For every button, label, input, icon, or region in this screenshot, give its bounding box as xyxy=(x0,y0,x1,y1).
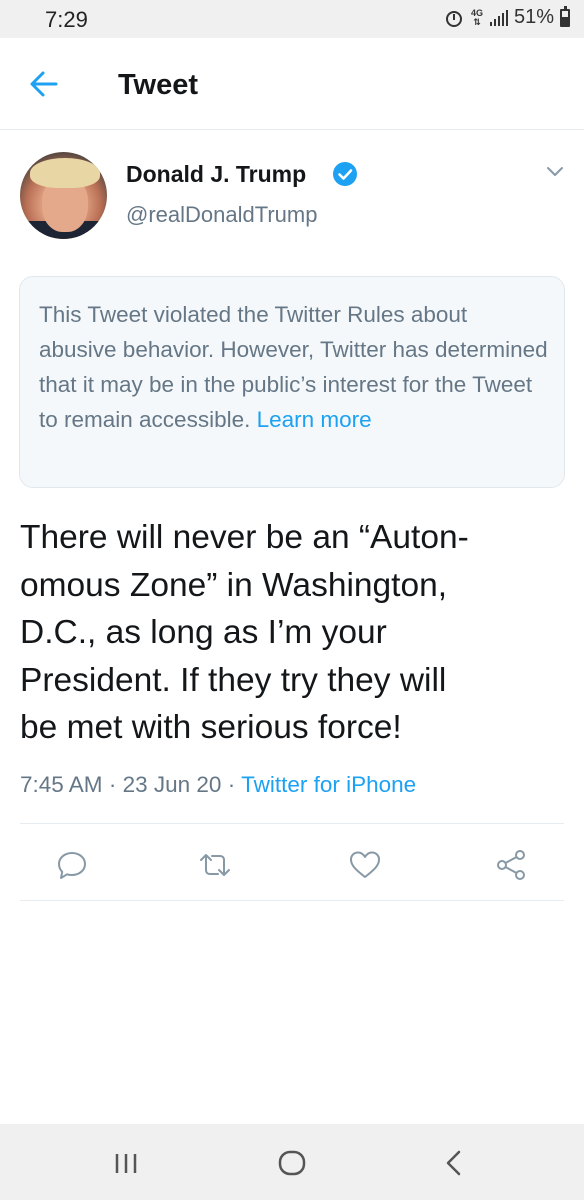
arrow-left-icon xyxy=(30,71,58,97)
back-button[interactable] xyxy=(26,68,62,100)
meta-separator: · xyxy=(227,772,236,797)
nav-back-icon xyxy=(446,1150,461,1176)
system-nav-bar xyxy=(0,1124,584,1200)
author-handle[interactable]: @realDonaldTrump xyxy=(126,202,317,228)
more-options-button[interactable] xyxy=(545,164,565,180)
share-icon xyxy=(497,850,525,880)
learn-more-link[interactable]: Learn more xyxy=(257,407,372,432)
tweet-line: omous Zone” in Washington, xyxy=(20,566,448,604)
status-bar: 7:29 4G ⇅ 51% xyxy=(0,0,584,38)
battery-percent: 51% xyxy=(513,6,554,28)
retweet-button[interactable] xyxy=(198,848,232,882)
tweet-time: 7:45 AM xyxy=(20,772,103,797)
page-title: Tweet xyxy=(118,69,199,101)
notice-text-block: This Tweet violated the Twitter Rules ab… xyxy=(39,297,549,437)
tweet-line: President. If they try they will xyxy=(20,661,447,699)
tweet-text: There will never be an “Auton- omous Zon… xyxy=(20,514,570,752)
recents-icon xyxy=(115,1154,137,1173)
heart-icon xyxy=(350,851,380,878)
tweet-line: be met with serious force! xyxy=(20,709,402,746)
reply-button[interactable] xyxy=(55,848,89,882)
divider xyxy=(20,823,564,824)
network-type-icon: 4G ⇅ xyxy=(470,7,483,27)
tweet-line: There will never be an “Auton- xyxy=(20,519,469,556)
status-time: 7:29 xyxy=(45,7,88,32)
reply-icon xyxy=(58,852,86,879)
meta-separator: · xyxy=(108,772,117,797)
verified-badge-icon xyxy=(333,162,357,186)
rules-notice: This Tweet violated the Twitter Rules ab… xyxy=(19,276,565,488)
home-icon xyxy=(278,1150,306,1176)
chevron-down-icon xyxy=(547,167,563,176)
divider xyxy=(20,900,564,901)
tweet-source-link[interactable]: Twitter for iPhone xyxy=(241,772,416,797)
author-name[interactable]: Donald J. Trump xyxy=(126,161,306,188)
signal-icon xyxy=(489,9,508,26)
tweet-date: 23 Jun 20 xyxy=(122,772,222,797)
tweet-line: D.C., as long as I’m your xyxy=(20,614,387,651)
retweet-icon xyxy=(200,854,230,876)
app-header: Tweet xyxy=(0,38,584,130)
home-button[interactable] xyxy=(272,1148,312,1178)
alarm-icon xyxy=(444,8,464,28)
status-icons: 4G ⇅ 51% xyxy=(444,5,570,29)
share-button[interactable] xyxy=(494,848,528,882)
like-button[interactable] xyxy=(348,848,382,882)
recents-button[interactable] xyxy=(106,1148,146,1178)
tweet-meta: 7:45 AM · 23 Jun 20 · Twitter for iPhone xyxy=(20,772,416,798)
battery-icon xyxy=(560,5,570,27)
avatar[interactable] xyxy=(20,152,107,239)
nav-back-button[interactable] xyxy=(434,1148,474,1178)
